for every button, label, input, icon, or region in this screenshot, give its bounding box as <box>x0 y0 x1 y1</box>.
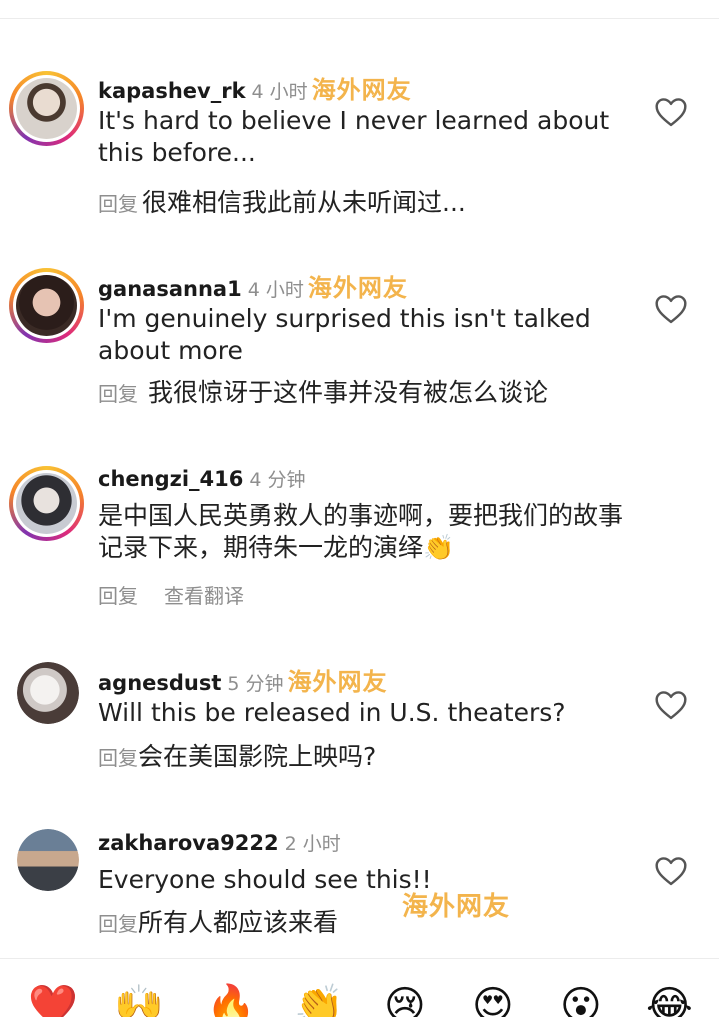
reply-button[interactable]: 回复 <box>98 382 138 406</box>
avatar[interactable] <box>9 71 84 146</box>
comment-text: I'm genuinely surprised this isn't talke… <box>98 304 591 365</box>
avatar[interactable] <box>17 829 79 891</box>
translation-text: 我很惊讶于这件事并没有被怎么谈论 <box>148 378 549 407</box>
comment-actions: 回复 很难相信我此前从未听闻过... <box>98 183 466 219</box>
username[interactable]: ganasanna1 <box>98 277 242 301</box>
comment-header: chengzi_416 4 分钟 <box>98 465 306 492</box>
heart-outline-icon[interactable] <box>654 856 688 886</box>
username[interactable]: chengzi_416 <box>98 467 243 491</box>
comment-actions: 回复会在美国影院上映吗? <box>98 737 376 773</box>
crying-face-emoji[interactable]: 😢 <box>384 982 426 1017</box>
clapping-hands-emoji[interactable]: 👏 <box>294 982 344 1017</box>
heart-outline-icon[interactable] <box>654 294 688 324</box>
comment-actions: 回复 查看翻译 <box>98 580 244 609</box>
avatar[interactable] <box>17 662 79 724</box>
reply-button[interactable]: 回复 <box>98 912 138 936</box>
comment-text: It's hard to believe I never learned abo… <box>98 106 610 167</box>
surprised-face-emoji[interactable]: 😮 <box>560 982 602 1017</box>
comment-actions: 回复 我很惊讶于这件事并没有被怎么谈论 <box>98 373 548 409</box>
translation-text: 很难相信我此前从未听闻过... <box>142 188 466 217</box>
red-heart-emoji[interactable]: ❤️ <box>28 982 78 1017</box>
see-translation-button[interactable]: 查看翻译 <box>164 584 244 608</box>
laughing-tears-emoji[interactable]: 😂 <box>646 982 693 1017</box>
heart-outline-icon[interactable] <box>654 690 688 720</box>
comment-text: Will this be released in U.S. theaters? <box>98 698 566 727</box>
comment-time: 5 分钟 <box>227 673 284 695</box>
reply-button[interactable]: 回复 <box>98 746 138 770</box>
username[interactable]: zakharova9222 <box>98 831 279 855</box>
translation-text: 会在美国影院上映吗? <box>138 742 377 771</box>
translation-text: 所有人都应该来看 <box>138 908 339 937</box>
username[interactable]: agnesdust <box>98 671 221 695</box>
reply-button[interactable]: 回复 <box>98 584 138 608</box>
top-divider <box>0 18 719 19</box>
overseas-netizen-tag: 海外网友 <box>287 668 388 696</box>
comment-header: agnesdust 5 分钟 海外网友 <box>98 662 388 697</box>
comment-actions: 回复所有人都应该来看 <box>98 903 338 939</box>
comment-text: Everyone should see this!! <box>98 865 432 894</box>
overseas-netizen-tag: 海外网友 <box>402 892 511 922</box>
comment-header: zakharova9222 2 小时 <box>98 829 341 856</box>
overseas-netizen-tag: 海外网友 <box>307 274 408 302</box>
comment-header: ganasanna1 4 小时 海外网友 <box>98 268 408 303</box>
heart-outline-icon[interactable] <box>654 97 688 127</box>
comment-text: 是中国人民英勇救人的事迹啊，要把我们的故事记录下来，期待朱一龙的演绎👏 <box>98 501 624 562</box>
emoji-reaction-bar: ❤️ 🙌 🔥 👏 😢 😍 😮 😂 <box>0 982 719 1017</box>
fire-emoji[interactable]: 🔥 <box>206 982 256 1017</box>
comment-time: 4 小时 <box>251 81 308 103</box>
comment-header: kapashev_rk 4 小时 海外网友 <box>98 70 412 105</box>
comment-time: 4 分钟 <box>249 469 306 491</box>
heart-eyes-emoji[interactable]: 😍 <box>472 982 514 1017</box>
avatar[interactable] <box>9 268 84 343</box>
reply-button[interactable]: 回复 <box>98 192 138 216</box>
emoji-bar-divider <box>0 958 719 959</box>
raising-hands-emoji[interactable]: 🙌 <box>114 982 164 1017</box>
comment-time: 4 小时 <box>247 279 304 301</box>
comment-time: 2 小时 <box>284 833 341 855</box>
username[interactable]: kapashev_rk <box>98 79 246 103</box>
overseas-netizen-tag: 海外网友 <box>311 76 412 104</box>
avatar[interactable] <box>9 466 84 541</box>
